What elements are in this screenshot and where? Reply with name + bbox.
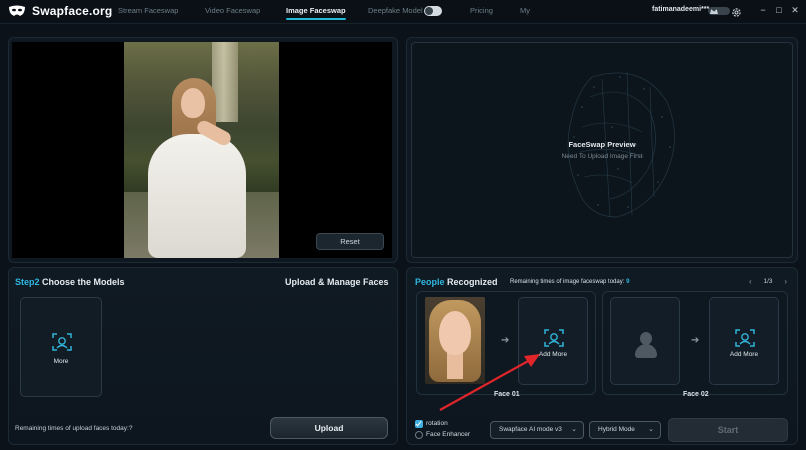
close-button[interactable]: ✕ xyxy=(789,4,801,16)
rotation-checkbox[interactable] xyxy=(415,420,423,428)
add-more-label: Add More xyxy=(729,351,759,358)
chevron-down-icon: ⌄ xyxy=(571,426,577,433)
more-label: More xyxy=(53,358,69,365)
step2-title: Step2 Choose the Models xyxy=(15,277,125,287)
prev-page-icon[interactable]: ‹ xyxy=(749,276,752,288)
remaining-swap-text: Remaining times of image faceswap today:… xyxy=(510,279,629,285)
deepfake-toggle[interactable] xyxy=(424,6,442,16)
reset-button[interactable]: Reset xyxy=(316,233,384,250)
face-01-thumbnail[interactable] xyxy=(425,297,485,384)
face-02-add-more[interactable]: Add More xyxy=(709,297,779,385)
username[interactable]: fatimanadeemi*** xyxy=(652,6,709,13)
nav-my[interactable]: My xyxy=(520,6,530,15)
preview-subtitle: Need To Upload Image First xyxy=(561,153,643,160)
nav-image-faceswap[interactable]: Image Faceswap xyxy=(286,6,346,20)
nav-deepfake-model[interactable]: Deepfake Model xyxy=(368,6,423,15)
face-scan-icon xyxy=(735,328,755,348)
face-02-thumbnail[interactable] xyxy=(610,297,680,385)
ai-mode-select[interactable]: Swapface AI mode v3 ⌄ xyxy=(490,421,584,439)
face-enhancer-label[interactable]: Face Enhancer xyxy=(426,431,470,438)
rotation-label[interactable]: rotation xyxy=(426,420,448,427)
page-indicator: 1/3 xyxy=(763,278,773,285)
nav-video-faceswap[interactable]: Video Faceswap xyxy=(205,6,260,15)
nav-pricing[interactable]: Pricing xyxy=(470,6,493,15)
nav-stream-faceswap[interactable]: Stream Faceswap xyxy=(118,6,178,15)
recognized-label: Recognized xyxy=(444,277,498,287)
face-01-label: Face 01 xyxy=(494,391,520,398)
chevron-down-icon: ⌄ xyxy=(648,426,654,433)
arrow-right-icon: ➔ xyxy=(501,335,510,346)
ai-mode-value: Swapface AI mode v3 xyxy=(499,426,562,433)
face-02-label: Face 02 xyxy=(683,391,709,398)
step-title-text: Choose the Models xyxy=(39,277,125,287)
arrow-right-icon: ➔ xyxy=(691,335,700,346)
remaining-swap-count: 9 xyxy=(626,279,630,285)
pager: ‹ 1/3 › xyxy=(747,276,789,288)
upload-manage-title[interactable]: Upload & Manage Faces xyxy=(285,277,389,287)
target-photo xyxy=(124,42,279,258)
people-recognized-title: People Recognized xyxy=(415,277,498,287)
remaining-upload-text: Remaining times of upload faces today:? xyxy=(15,425,133,432)
faceswap-preview: FaceSwap Preview Need To Upload Image Fi… xyxy=(411,42,793,258)
face-scan-icon xyxy=(52,332,72,352)
title-bar: Swapface.org Stream Faceswap Video Faces… xyxy=(0,0,806,24)
face-enhancer-checkbox[interactable] xyxy=(415,431,423,439)
face-scan-icon xyxy=(544,328,564,348)
minimize-button[interactable]: − xyxy=(757,4,769,16)
gear-icon[interactable] xyxy=(731,5,742,17)
add-more-label: Add More xyxy=(538,351,568,358)
more-models-card[interactable]: More xyxy=(20,297,102,397)
face-01-add-more[interactable]: Add More xyxy=(518,297,588,385)
hybrid-mode-select[interactable]: Hybrid Mode ⌄ xyxy=(589,421,661,439)
people-label: People xyxy=(415,277,445,287)
step-label: Step2 xyxy=(15,277,40,287)
hybrid-mode-value: Hybrid Mode xyxy=(598,426,635,433)
avatar-placeholder-icon xyxy=(634,330,658,358)
next-page-icon[interactable]: › xyxy=(784,276,787,288)
maximize-button[interactable]: □ xyxy=(773,4,785,16)
remaining-swap-label: Remaining times of image faceswap today: xyxy=(510,279,625,285)
preview-title: FaceSwap Preview xyxy=(568,140,636,149)
vip-crown-icon xyxy=(708,7,730,15)
target-image-stage[interactable] xyxy=(12,42,392,258)
upload-button[interactable]: Upload xyxy=(270,417,388,439)
start-button[interactable]: Start xyxy=(668,418,788,442)
